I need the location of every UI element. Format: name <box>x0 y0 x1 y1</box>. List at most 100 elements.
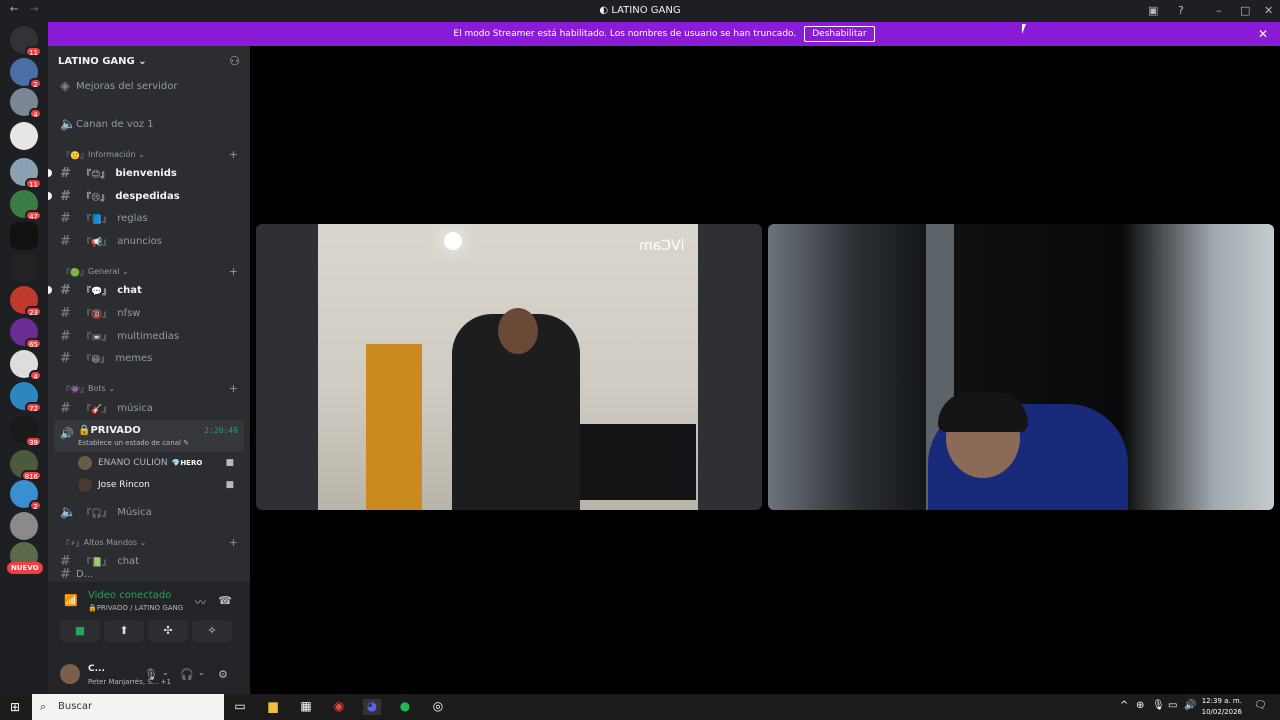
notifications-icon[interactable]: 🗨 <box>1254 700 1267 711</box>
close-window-icon[interactable]: ✕ <box>1264 4 1273 17</box>
server-icon[interactable]: 816 <box>10 450 42 481</box>
server-boost-item[interactable]: ◈ Mejoras del servidor <box>56 76 246 96</box>
screen-share-button[interactable]: ⬆ <box>104 620 144 642</box>
noise-suppression-icon[interactable]: 〰 <box>195 594 206 610</box>
server-icon[interactable]: 4 <box>10 88 42 119</box>
chevron-up-icon[interactable]: ^ <box>1120 700 1128 711</box>
voice-channel-privado[interactable]: 🔊 🔒PRIVADO Establece un estado de canal … <box>54 420 244 452</box>
voice-live-icon: 🔊 <box>60 427 74 440</box>
user-name[interactable]: C... <box>88 664 105 674</box>
server-icon[interactable]: 2 <box>10 480 42 511</box>
signal-icon[interactable]: 📶 <box>64 594 78 607</box>
spotify-icon[interactable]: ● <box>396 699 414 715</box>
microphone-icon[interactable]: 🎙 <box>144 668 158 681</box>
avatar[interactable] <box>60 664 80 684</box>
video-tile[interactable] <box>768 224 1274 510</box>
camera-button[interactable]: ■ <box>60 620 100 642</box>
chevron-down-icon[interactable]: ⌄ <box>162 668 169 677</box>
server-icon[interactable]: 47 <box>10 190 42 221</box>
category-altos-mandos[interactable]: 『⚡』 Altos Mandos ⌄ + <box>62 536 242 549</box>
streamer-mode-banner: El modo Streamer está habilitado. Los no… <box>48 22 1280 46</box>
voice-channel-canan[interactable]: 🔈 Canan de voz 1 <box>56 114 246 134</box>
disable-streamer-button[interactable]: Deshabilitar <box>804 26 875 42</box>
channel-emoji-icon: 『💬』 <box>82 286 112 297</box>
server-icon[interactable]: 65 <box>10 318 42 349</box>
inbox-icon[interactable]: ▣ <box>1148 4 1158 17</box>
windows-start-icon[interactable]: ⊞ <box>10 700 20 714</box>
invite-people-icon[interactable]: ⚇ <box>229 54 240 68</box>
channel-despedidas[interactable]: # 『😢』 despedidas <box>48 186 246 206</box>
taskbar-search[interactable]: ⌕ Buscar <box>32 694 224 720</box>
help-icon[interactable]: ? <box>1178 4 1184 17</box>
add-channel-icon[interactable]: + <box>229 148 238 161</box>
channel-status[interactable]: Establece un estado de canal ✎ <box>78 439 189 447</box>
chrome-icon[interactable]: ◉ <box>330 699 348 715</box>
channel-anuncios[interactable]: # 『📢』 anuncios <box>56 231 246 251</box>
channel-chat[interactable]: # 『💬』 chat <box>48 280 246 300</box>
guild-header[interactable]: LATINO GANG ⌄ ⚇ <box>48 46 250 78</box>
voice-user-jose[interactable]: Jose Rincon ■ <box>78 476 238 494</box>
server-icon[interactable]: 4 <box>10 350 42 381</box>
headphones-icon[interactable]: 🎧 <box>180 668 194 681</box>
microphone-tray-icon[interactable]: 🎙 <box>1152 700 1165 711</box>
channel-musica[interactable]: # 『🎸』 música <box>56 398 246 418</box>
badge: 65 <box>25 338 42 349</box>
channel-multimedias[interactable]: # 『📼』 multimedias <box>56 326 246 346</box>
store-icon[interactable]: ▦ <box>297 699 315 715</box>
channel-bienvenids[interactable]: # 『😊』 bienvenids <box>48 163 246 183</box>
category-bots[interactable]: 『👾』 Bots ⌄ + <box>62 382 242 395</box>
activities-button[interactable]: ✣ <box>148 620 188 642</box>
category-informacion[interactable]: 『🙂』 Información ⌄ + <box>62 148 242 161</box>
maximize-icon[interactable]: □ <box>1240 4 1250 17</box>
latino-gang-server-icon[interactable] <box>10 222 38 250</box>
file-explorer-icon[interactable]: ▆ <box>264 699 282 715</box>
close-banner-icon[interactable]: ✕ <box>1258 27 1268 41</box>
ivcam-watermark: iVCam <box>638 238 684 254</box>
category-emoji-icon: 『👾』 <box>62 385 88 394</box>
connection-status[interactable]: Video conectado <box>88 590 171 601</box>
channel-label: anuncios <box>117 235 162 247</box>
system-clock[interactable]: 12:39 a. m. 10/02/2026 <box>1202 696 1242 718</box>
server-icon[interactable] <box>10 254 38 282</box>
soundboard-button[interactable]: ✧ <box>192 620 232 642</box>
connection-channel[interactable]: 🔒PRIVADO / LATINO GANG <box>88 604 183 612</box>
badge: 47 <box>25 210 42 221</box>
channel-memes[interactable]: # 『😆』 memes <box>56 348 246 368</box>
category-general[interactable]: 『🟢』 General ⌄ + <box>62 265 242 278</box>
tray-app-icon[interactable]: ⊕ <box>1136 700 1144 711</box>
server-icon[interactable]: 2 <box>10 58 42 89</box>
voice-user-enano[interactable]: ENANO CULION 💎HERO ■ <box>78 454 238 472</box>
home-icon[interactable]: 11 <box>10 26 42 57</box>
server-icon[interactable] <box>10 122 38 150</box>
category-label: General ⌄ <box>87 267 129 276</box>
channel-emoji-icon: 『🎧』 <box>82 508 112 519</box>
channel-label: bienvenids <box>115 167 177 179</box>
channel-nfsw[interactable]: # 『🔞』 nfsw <box>56 303 246 323</box>
server-icon[interactable]: 72 <box>10 382 42 413</box>
add-channel-icon[interactable]: + <box>229 265 238 278</box>
task-view-icon[interactable]: ▭ <box>231 699 249 715</box>
voice-channel-musica[interactable]: 🔈 『🎧』 Música <box>56 502 246 522</box>
network-icon[interactable]: ▭ <box>1168 700 1177 711</box>
hash-icon: # <box>60 305 71 321</box>
server-icon[interactable] <box>10 512 38 540</box>
app-icon[interactable]: ◎ <box>429 699 447 715</box>
discord-icon[interactable]: ◕ <box>363 699 381 715</box>
add-channel-icon[interactable]: + <box>229 536 238 549</box>
channel-partial[interactable]: # D... <box>56 568 246 580</box>
channel-label: chat <box>117 555 140 567</box>
add-channel-icon[interactable]: + <box>229 382 238 395</box>
settings-gear-icon[interactable]: ⚙ <box>218 668 228 681</box>
minimize-icon[interactable]: – <box>1216 4 1222 17</box>
disconnect-icon[interactable]: ☎ <box>218 594 232 607</box>
server-icon[interactable]: 11 <box>10 158 42 189</box>
camera-icon: ■ <box>225 480 234 490</box>
channel-emoji-icon: 『📗』 <box>82 557 112 568</box>
chevron-down-icon[interactable]: ⌄ <box>198 668 205 677</box>
server-icon[interactable]: 39 <box>10 416 42 447</box>
server-icon[interactable]: 23 <box>10 286 42 317</box>
video-tile[interactable]: iVCam <box>256 224 762 510</box>
volume-icon[interactable]: 🔊 <box>1184 700 1196 711</box>
call-timer: 2:20:49 <box>204 426 238 435</box>
channel-reglas[interactable]: # 『📘』 reglas <box>56 208 246 228</box>
